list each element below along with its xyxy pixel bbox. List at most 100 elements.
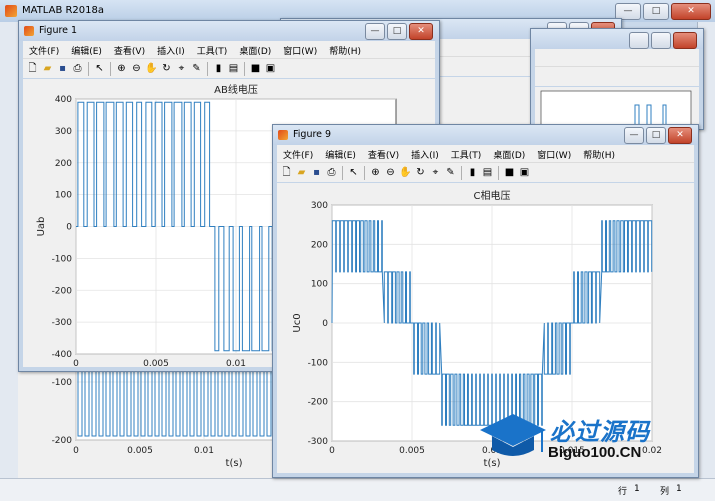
y-axis-label: Uab: [36, 217, 47, 237]
x-tick-label: 0.005: [399, 446, 425, 456]
fig9-min-button[interactable]: —: [624, 127, 644, 144]
menu-window[interactable]: 窗口(W): [531, 145, 577, 162]
menu-view[interactable]: 查看(V): [362, 145, 405, 162]
x-axis-label: t(s): [226, 458, 243, 469]
dock-icon[interactable]: ▣: [518, 166, 531, 179]
x-tick-label: 0.01: [194, 446, 214, 456]
maximize-button[interactable]: □: [643, 3, 669, 20]
print-icon[interactable]: ⎙: [71, 62, 84, 75]
fig9-max-button[interactable]: □: [646, 127, 666, 144]
y-tick-label: -100: [308, 358, 329, 368]
status-bar: 行 1 列 1: [0, 478, 715, 501]
figure1-menubar: 文件(F) 编辑(E) 查看(V) 插入(I) 工具(T) 桌面(D) 窗口(W…: [23, 41, 435, 58]
watermark-url: Biguo100.CN: [548, 444, 642, 461]
figure9-menubar: 文件(F) 编辑(E) 查看(V) 插入(I) 工具(T) 桌面(D) 窗口(W…: [277, 145, 694, 162]
y-tick-label: 400: [55, 95, 72, 105]
x-tick-label: 0.01: [226, 359, 246, 367]
pan-icon[interactable]: ✋: [145, 62, 158, 75]
brush-icon[interactable]: ✎: [444, 166, 457, 179]
legend-icon[interactable]: ▤: [227, 62, 240, 75]
lower-figure: -100 -200 0 0.005 0.01 t(s): [18, 362, 308, 478]
save-icon[interactable]: ▪: [310, 166, 323, 179]
y-tick-label: 200: [311, 240, 328, 250]
menu-desktop[interactable]: 桌面(D): [233, 41, 277, 58]
data-cursor-icon[interactable]: ⌖: [175, 62, 188, 75]
figure9-toolbar: 🗋 ▰ ▪ ⎙ ↖ ⊕ ⊖ ✋ ↻ ⌖ ✎ ▮ ▤ ■ ▣: [277, 162, 694, 182]
zoom-out-icon[interactable]: ⊖: [130, 62, 143, 75]
menu-desktop[interactable]: 桌面(D): [487, 145, 531, 162]
pointer-icon[interactable]: ↖: [93, 62, 106, 75]
menu-file[interactable]: 文件(F): [277, 145, 319, 162]
col-label: 列: [660, 487, 670, 497]
menu-window[interactable]: 窗口(W): [277, 41, 323, 58]
bg2-min-button[interactable]: [629, 32, 649, 49]
brush-icon[interactable]: ✎: [190, 62, 203, 75]
fig9-close-button[interactable]: ✕: [668, 127, 692, 144]
y-tick-label: 300: [311, 201, 328, 211]
menu-tools[interactable]: 工具(T): [191, 41, 234, 58]
graduation-cap-logo: [480, 414, 546, 456]
y-tick-label: 300: [55, 127, 72, 137]
y-tick-label: 0: [322, 319, 328, 329]
x-tick-label: 0: [329, 446, 335, 456]
new-icon[interactable]: 🗋: [280, 166, 293, 179]
row-label: 行: [618, 487, 628, 497]
chart-title: C相电压: [474, 189, 511, 202]
menu-help[interactable]: 帮助(H): [577, 145, 621, 162]
fig1-close-button[interactable]: ✕: [409, 23, 433, 40]
hide-tools-icon[interactable]: ■: [249, 62, 262, 75]
y-tick-label: 200: [55, 159, 72, 169]
data-cursor-icon[interactable]: ⌖: [429, 166, 442, 179]
fig1-max-button[interactable]: □: [387, 23, 407, 40]
menu-view[interactable]: 查看(V): [108, 41, 151, 58]
x-tick-label: 0.005: [143, 359, 169, 367]
background-figure-b[interactable]: [530, 28, 704, 130]
y-tick-label: -400: [52, 350, 73, 360]
menu-file[interactable]: 文件(F): [23, 41, 65, 58]
colorbar-icon[interactable]: ▮: [212, 62, 225, 75]
x-tick-label: 0: [73, 359, 79, 367]
menu-edit[interactable]: 编辑(E): [65, 41, 108, 58]
row-value: 1: [634, 484, 640, 494]
menu-insert[interactable]: 插入(I): [151, 41, 191, 58]
matlab-logo-icon: [5, 5, 17, 17]
y-tick-label: -100: [52, 378, 73, 388]
hide-tools-icon[interactable]: ■: [503, 166, 516, 179]
close-button[interactable]: ✕: [671, 3, 711, 20]
x-tick-label: 0.005: [127, 446, 153, 456]
zoom-in-icon[interactable]: ⊕: [369, 166, 382, 179]
print-icon[interactable]: ⎙: [325, 166, 338, 179]
matlab-title: MATLAB R2018a: [22, 5, 105, 16]
open-icon[interactable]: ▰: [295, 166, 308, 179]
open-icon[interactable]: ▰: [41, 62, 54, 75]
menu-insert[interactable]: 插入(I): [405, 145, 445, 162]
save-icon[interactable]: ▪: [56, 62, 69, 75]
fig1-min-button[interactable]: —: [365, 23, 385, 40]
menu-help[interactable]: 帮助(H): [323, 41, 367, 58]
watermark-cn: 必过源码: [550, 418, 650, 446]
bg2-max-button[interactable]: [651, 32, 671, 49]
colorbar-icon[interactable]: ▮: [466, 166, 479, 179]
figure-icon: [24, 26, 34, 36]
rotate-icon[interactable]: ↻: [160, 62, 173, 75]
y-tick-label: -300: [52, 318, 73, 328]
y-tick-label: -200: [52, 286, 73, 296]
watermark: 必过源码 Biguo100.CN: [478, 410, 678, 470]
y-tick-label: 100: [55, 191, 72, 201]
left-panel: [0, 22, 19, 478]
dock-icon[interactable]: ▣: [264, 62, 277, 75]
new-icon[interactable]: 🗋: [26, 62, 39, 75]
menu-edit[interactable]: 编辑(E): [319, 145, 362, 162]
zoom-in-icon[interactable]: ⊕: [115, 62, 128, 75]
zoom-out-icon[interactable]: ⊖: [384, 166, 397, 179]
bg2-close-button[interactable]: [673, 32, 697, 49]
legend-icon[interactable]: ▤: [481, 166, 494, 179]
pointer-icon[interactable]: ↖: [347, 166, 360, 179]
y-tick-label: 0: [66, 223, 72, 233]
figure1-title: Figure 1: [39, 25, 78, 36]
figure9-title: Figure 9: [293, 129, 332, 140]
rotate-icon[interactable]: ↻: [414, 166, 427, 179]
menu-tools[interactable]: 工具(T): [445, 145, 488, 162]
y-axis-label: Uc0: [292, 313, 303, 332]
pan-icon[interactable]: ✋: [399, 166, 412, 179]
